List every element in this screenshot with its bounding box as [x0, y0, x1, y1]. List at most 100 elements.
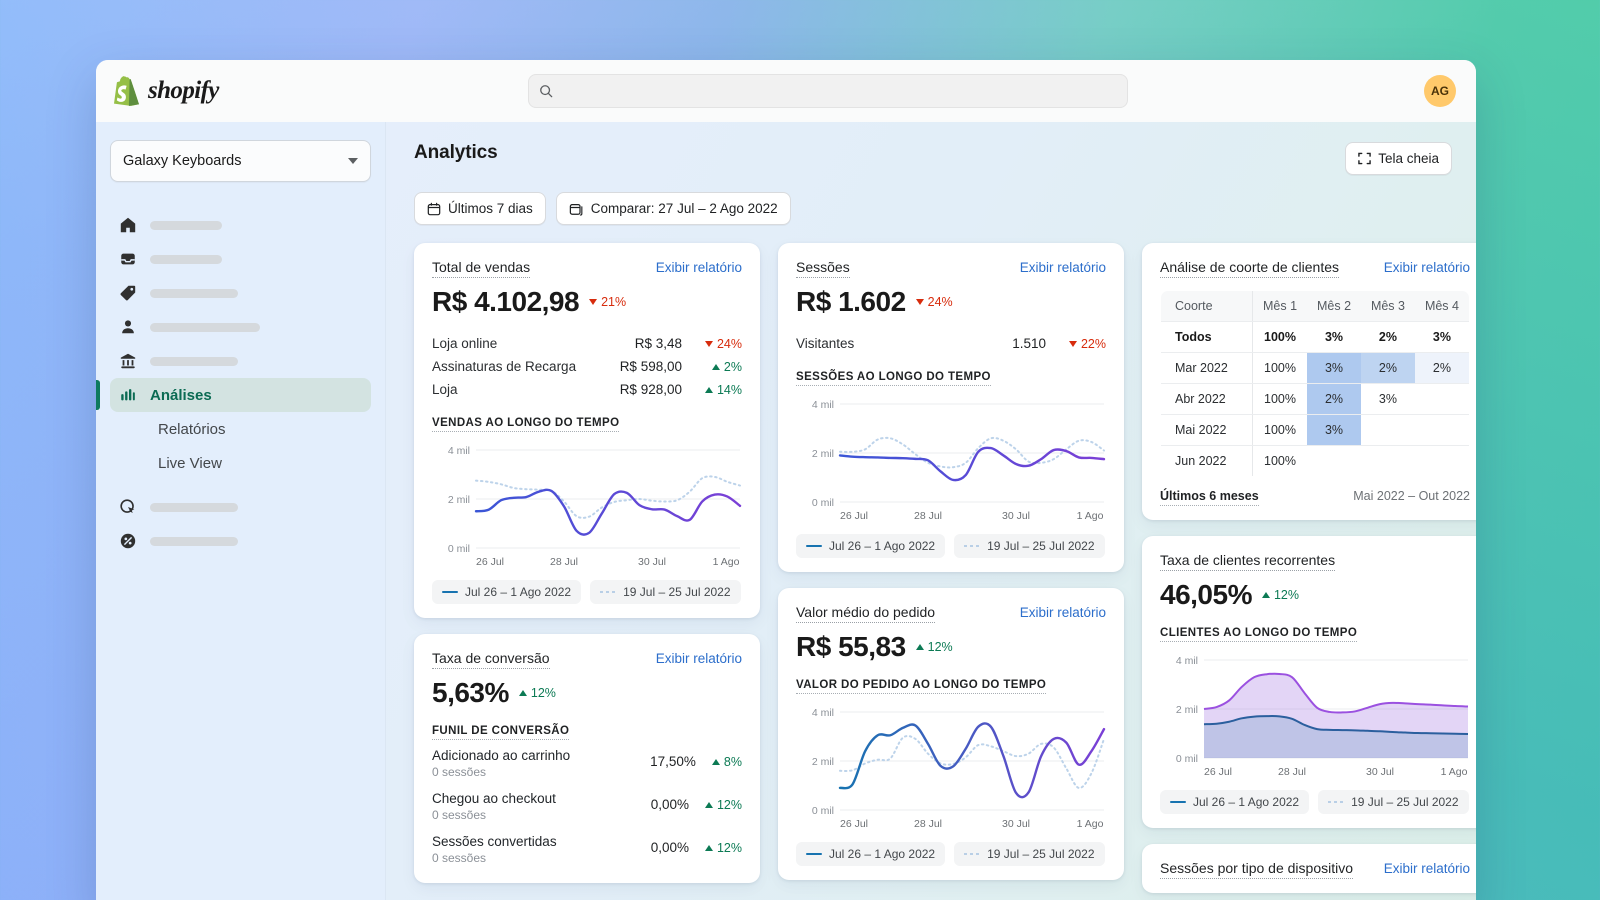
legend-item-previous[interactable]: 19 Jul – 25 Jul 2022	[954, 842, 1105, 866]
table-row: Abr 2022 100% 2% 3%	[1161, 383, 1469, 415]
row-value: 1.510	[1012, 336, 1046, 351]
fullscreen-button[interactable]: Tela cheia	[1345, 142, 1452, 175]
cohort-value-cell: 3%	[1307, 352, 1361, 384]
card-customer-cohort: Análise de coorte de clientes Exibir rel…	[1142, 243, 1476, 520]
grid-column-3: Análise de coorte de clientes Exibir rel…	[1142, 243, 1476, 893]
sidebar-item-products[interactable]	[110, 276, 371, 310]
metric-value: 5,63%	[432, 677, 509, 708]
view-report-link[interactable]: Exibir relatório	[1384, 260, 1470, 275]
sidebar-item-live-view[interactable]: Live View	[110, 446, 371, 480]
cohort-name-cell: Jun 2022	[1161, 445, 1253, 476]
compare-range-button[interactable]: Comparar: 27 Jul – 2 Ago 2022	[555, 192, 791, 225]
row-value: R$ 3,48	[634, 336, 682, 351]
svg-text:30 Jul: 30 Jul	[1366, 766, 1394, 778]
chart-label: CLIENTES AO LONGO DO TEMPO	[1160, 627, 1358, 642]
list-item: Adicionado ao carrinho 0 sessões 17,50% …	[432, 740, 742, 783]
view-report-link[interactable]: Exibir relatório	[1384, 861, 1470, 876]
sidebar-item-discounts[interactable]	[110, 524, 371, 558]
svg-text:0 mil: 0 mil	[812, 497, 834, 509]
view-report-link[interactable]: Exibir relatório	[656, 260, 742, 275]
svg-text:1 Ago: 1 Ago	[1077, 818, 1104, 830]
card-title: Sessões por tipo de dispositivo	[1160, 860, 1353, 879]
row-delta: 24%	[696, 337, 742, 351]
cohort-period-range: Mai 2022 – Out 2022	[1353, 489, 1470, 503]
cohort-value-cell: 100%	[1252, 352, 1308, 384]
cohort-value-cell	[1360, 414, 1415, 446]
chart-legend: Jul 26 – 1 Ago 2022 19 Jul – 25 Jul 2022	[796, 842, 1106, 866]
sidebar-item-orders[interactable]	[110, 242, 371, 276]
card-title: Total de vendas	[432, 259, 531, 278]
chart-legend: Jul 26 – 1 Ago 2022 19 Jul – 25 Jul 2022	[796, 534, 1106, 558]
card-title: Sessões	[796, 259, 850, 278]
legend-item-previous[interactable]: 19 Jul – 25 Jul 2022	[1318, 790, 1469, 814]
global-search[interactable]	[528, 74, 1128, 108]
legend-dotted-line-icon	[964, 545, 981, 547]
sidebar-item-home[interactable]	[110, 208, 371, 242]
legend-item-current[interactable]: Jul 26 – 1 Ago 2022	[796, 534, 946, 558]
sidebar-item-label-placeholder	[150, 502, 238, 512]
legend-solid-line-icon	[1170, 800, 1186, 804]
card-title: Valor médio do pedido	[796, 604, 936, 623]
funnel-step-delta: 12%	[704, 798, 742, 812]
search-input[interactable]	[561, 83, 1117, 99]
chart-sessions-over-time: 0 mil 2 mil 4 mil 26 Jul 28 Jul 30 Jul 1 Ago	[796, 396, 1106, 526]
funnel-label: FUNIL DE CONVERSÃO	[432, 725, 570, 740]
legend-solid-line-icon	[442, 590, 458, 594]
cohort-column-header: Mês 4	[1414, 291, 1469, 322]
store-selector[interactable]: Galaxy Keyboards	[110, 140, 371, 182]
card-sessions: Sessões Exibir relatório R$ 1.602 24% Vi…	[778, 243, 1124, 572]
cohort-value-cell	[1415, 446, 1469, 477]
sidebar-item-finance[interactable]	[110, 344, 371, 378]
svg-text:2 mil: 2 mil	[1176, 704, 1198, 716]
table-row: Assinaturas de Recarga R$ 598,00 2%	[432, 355, 742, 378]
sidebar-item-customers[interactable]	[110, 310, 371, 344]
page-header: Analytics Tela cheia	[414, 142, 1452, 175]
chart-legend: Jul 26 – 1 Ago 2022 19 Jul – 25 Jul 2022	[432, 580, 742, 604]
row-value: R$ 928,00	[619, 382, 682, 397]
row-label: Loja	[432, 382, 458, 397]
chart-label: VENDAS AO LONGO DO TEMPO	[432, 417, 620, 432]
legend-item-previous[interactable]: 19 Jul – 25 Jul 2022	[954, 534, 1105, 558]
triangle-up-icon	[915, 644, 924, 650]
table-row: Visitantes 1.510 22%	[796, 332, 1106, 355]
view-report-link[interactable]: Exibir relatório	[1020, 605, 1106, 620]
cohort-value-cell: 2%	[1360, 321, 1415, 353]
card-average-order-value: Valor médio do pedido Exibir relatório R…	[778, 588, 1124, 880]
metric-delta: 24%	[915, 295, 953, 309]
triangle-up-icon	[704, 386, 713, 393]
table-row: Loja R$ 928,00 14%	[432, 378, 742, 401]
card-conversion-rate: Taxa de conversão Exibir relatório 5,63%…	[414, 634, 760, 883]
view-report-link[interactable]: Exibir relatório	[1020, 260, 1106, 275]
svg-text:1 Ago: 1 Ago	[1441, 766, 1468, 778]
sidebar-item-label-placeholder	[150, 288, 238, 298]
cohort-value-cell: 100%	[1264, 454, 1296, 468]
metric-value: R$ 4.102,98	[432, 286, 580, 317]
date-range-button[interactable]: Últimos 7 dias	[414, 192, 546, 225]
sidebar-item-marketing[interactable]	[110, 490, 371, 524]
chart-label: SESSÕES AO LONGO DO TEMPO	[796, 371, 991, 386]
funnel-step-sessions: 0 sessões	[432, 765, 487, 779]
view-report-link[interactable]: Exibir relatório	[656, 651, 742, 666]
legend-item-current[interactable]: Jul 26 – 1 Ago 2022	[432, 580, 582, 604]
svg-text:0 mil: 0 mil	[448, 543, 470, 555]
sidebar-item-relatorios[interactable]: Relatórios	[110, 412, 371, 446]
shopify-logo[interactable]: shopify	[114, 76, 444, 106]
legend-item-current[interactable]: Jul 26 – 1 Ago 2022	[796, 842, 946, 866]
legend-item-current[interactable]: Jul 26 – 1 Ago 2022	[1160, 790, 1310, 814]
avatar[interactable]: AG	[1424, 75, 1456, 107]
sidebar-item-analises[interactable]: Análises	[96, 378, 371, 412]
triangle-down-icon	[704, 340, 713, 347]
svg-text:26 Jul: 26 Jul	[476, 556, 504, 568]
svg-text:28 Jul: 28 Jul	[914, 818, 942, 830]
date-toolbar: Últimos 7 dias Comparar: 27 Jul – 2 Ago …	[414, 192, 1452, 225]
bank-icon	[118, 351, 138, 371]
legend-item-previous[interactable]: 19 Jul – 25 Jul 2022	[590, 580, 741, 604]
chart-label: VALOR DO PEDIDO AO LONGO DO TEMPO	[796, 679, 1047, 694]
page-title: Analytics	[414, 142, 498, 163]
chart-order-value-over-time: 0 mil 2 mil 4 mil 26 Jul 28 Jul 30 Jul 1 Ago	[796, 704, 1106, 834]
cohort-table-header: Coorte Mês 1 Mês 2 Mês 3 Mês 4	[1161, 291, 1469, 322]
triangle-down-icon	[915, 299, 924, 305]
fullscreen-label: Tela cheia	[1378, 151, 1439, 166]
svg-text:4 mil: 4 mil	[1176, 655, 1198, 667]
cohort-column-header: Mês 1	[1252, 291, 1308, 322]
